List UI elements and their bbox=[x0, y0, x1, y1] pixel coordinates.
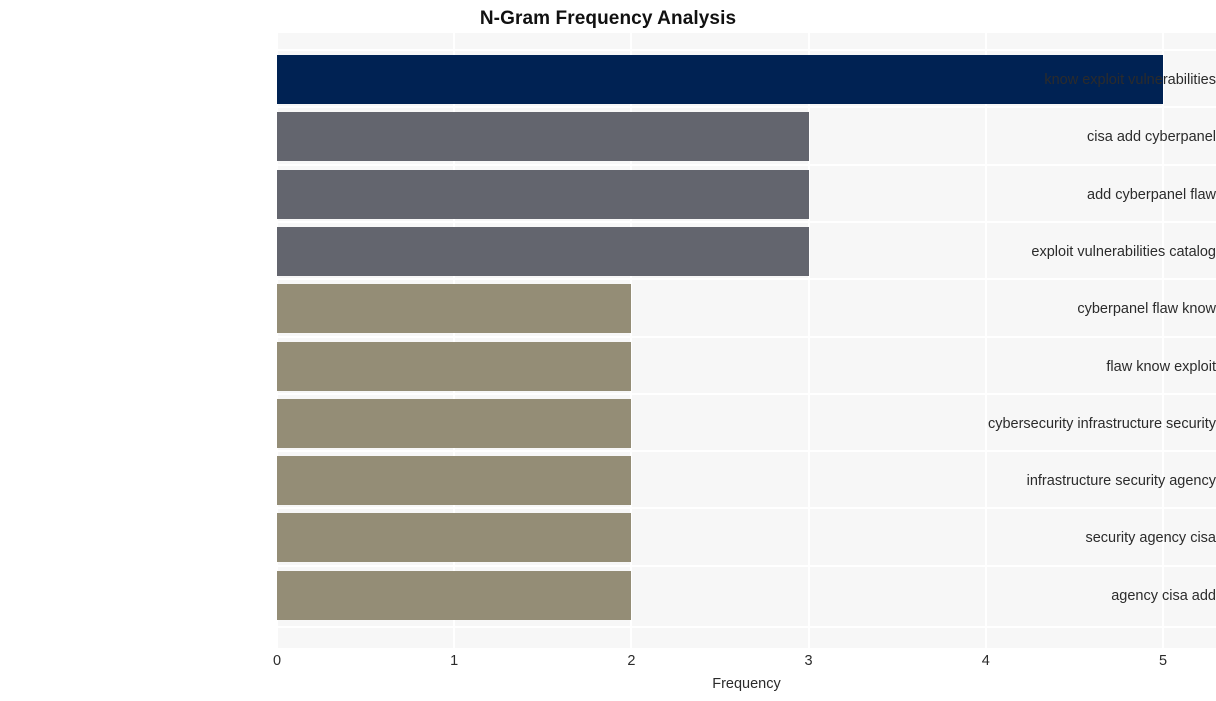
x-axis-tick-label: 4 bbox=[981, 653, 990, 669]
y-axis-tick-label: flaw know exploit bbox=[1106, 358, 1216, 375]
bar[interactable] bbox=[277, 513, 632, 562]
bar[interactable] bbox=[277, 399, 632, 448]
gridline-horizontal bbox=[277, 565, 1216, 567]
y-axis-tick-label: cybersecurity infrastructure security bbox=[987, 415, 1216, 432]
ngram-frequency-chart: N-Gram Frequency Analysis know exploit v… bbox=[0, 0, 1216, 701]
bar[interactable] bbox=[277, 112, 809, 161]
gridline-horizontal bbox=[277, 49, 1216, 51]
chart-title: N-Gram Frequency Analysis bbox=[479, 8, 737, 29]
gridline-horizontal bbox=[277, 507, 1216, 509]
x-axis-tick-label: 2 bbox=[627, 653, 636, 669]
gridline-horizontal bbox=[277, 278, 1216, 280]
bar[interactable] bbox=[277, 571, 632, 620]
x-axis-tick-label: 1 bbox=[450, 653, 459, 669]
y-axis-tick-label: cyberpanel flaw know bbox=[1077, 300, 1216, 317]
y-axis-tick-label: agency cisa add bbox=[1111, 587, 1216, 604]
y-axis-tick-label: add cyberpanel flaw bbox=[1087, 186, 1216, 203]
x-axis-tick-label: 5 bbox=[1158, 653, 1168, 669]
gridline-horizontal bbox=[277, 336, 1216, 338]
gridline-vertical bbox=[1162, 33, 1164, 648]
bar[interactable] bbox=[277, 170, 809, 219]
x-axis-title: Frequency bbox=[712, 676, 781, 692]
y-axis-tick-label: exploit vulnerabilities catalog bbox=[1031, 243, 1216, 260]
plot-area bbox=[277, 33, 1216, 648]
gridline-vertical bbox=[984, 33, 987, 648]
y-axis-tick-label: security agency cisa bbox=[1085, 529, 1216, 546]
gridline-horizontal bbox=[277, 164, 1216, 166]
y-axis-tick-label: cisa add cyberpanel bbox=[1087, 128, 1216, 145]
gridline-horizontal bbox=[277, 393, 1216, 395]
bar[interactable] bbox=[277, 284, 632, 333]
bar[interactable] bbox=[277, 227, 809, 276]
y-axis-tick-label: infrastructure security agency bbox=[1026, 472, 1216, 489]
gridline-horizontal bbox=[277, 221, 1216, 223]
gridline-horizontal bbox=[277, 106, 1216, 108]
y-axis-tick-label: know exploit vulnerabilities bbox=[1044, 71, 1216, 88]
bar[interactable] bbox=[277, 342, 632, 391]
gridline-horizontal bbox=[277, 450, 1216, 452]
bar[interactable] bbox=[277, 456, 632, 505]
x-axis-tick-label: 0 bbox=[272, 653, 282, 669]
gridline-horizontal bbox=[277, 626, 1216, 628]
x-axis-tick-label: 3 bbox=[804, 653, 813, 669]
